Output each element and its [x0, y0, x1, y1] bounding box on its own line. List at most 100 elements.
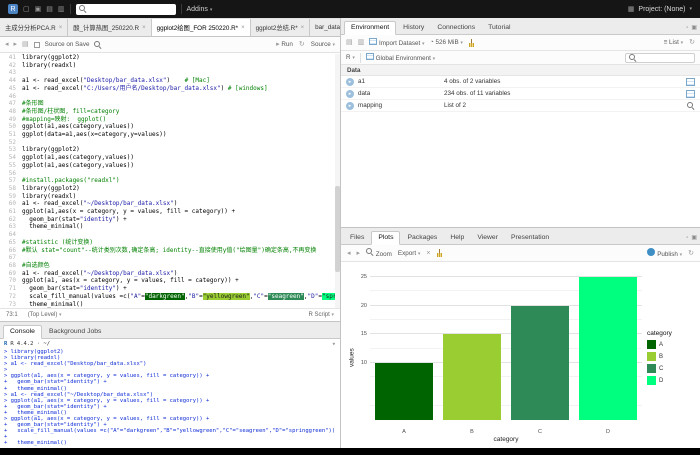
tab-console[interactable]: Console — [3, 325, 42, 339]
save-icon[interactable]: ▤ — [46, 6, 53, 13]
tab-label: ggplot2绘图_FOR 250220.R* — [157, 23, 239, 32]
inspect-icon[interactable] — [687, 102, 695, 110]
find-icon[interactable] — [94, 41, 102, 49]
new-file-icon[interactable]: ▢ — [23, 6, 30, 13]
line-number: 51 — [0, 131, 22, 139]
tab-help[interactable]: Help — [444, 232, 470, 244]
view-table-icon[interactable] — [686, 90, 695, 98]
editor-tab[interactable]: 主成分分析PCA.R× — [0, 19, 68, 36]
load-workspace-icon[interactable]: ▤ — [346, 39, 353, 46]
source-button[interactable]: Source ▾ — [311, 41, 335, 48]
back-icon[interactable]: ◂ — [5, 41, 9, 48]
scope-indicator[interactable]: (Top Level) ▾ — [28, 312, 62, 318]
chevron-down-icon: ▾ — [418, 251, 421, 257]
tab-plots[interactable]: Plots — [371, 231, 400, 245]
editor-tab-active[interactable]: ggplot2绘图_FOR 250220.R*× — [152, 19, 251, 36]
legend-entries: ABCD — [647, 340, 696, 385]
source-editor-pane: 主成分分析PCA.R× 酸_计算热图_250220.R× ggplot2绘图_F… — [0, 18, 340, 321]
editor-scrollbar[interactable] — [335, 54, 340, 308]
open-file-icon[interactable]: ▣ — [35, 6, 42, 13]
code-text: ggplot(a1,aes(x = category, y = values, … — [22, 208, 235, 216]
environment-section-header: Data — [341, 65, 700, 76]
console-body[interactable]: RR 4.4.2 · ~/ ▾ > library(ggplot2)> libr… — [0, 339, 340, 448]
scrollbar-thumb[interactable] — [335, 186, 340, 272]
tab-connections[interactable]: Connections — [431, 22, 481, 34]
close-icon[interactable]: × — [301, 25, 305, 31]
rerun-icon[interactable]: ↻ — [299, 41, 305, 48]
clear-objects-icon[interactable] — [468, 39, 475, 47]
code-line: 51ggplot(data=a1,aes(x=category,y=values… — [0, 131, 340, 139]
code-text: ggplot(a1,aes(category,values)) — [22, 162, 134, 170]
save-workspace-icon[interactable]: ▥ — [358, 39, 365, 46]
project-menu[interactable]: Project: (None) — [638, 6, 685, 13]
forward-icon[interactable]: ▸ — [14, 41, 18, 48]
source-on-save-checkbox[interactable] — [34, 42, 40, 48]
plot-column: 10152025 ABCD category — [357, 270, 642, 445]
code-line: 49#mapping=映射: ggplot() — [0, 116, 340, 124]
tab-history[interactable]: History — [397, 22, 430, 34]
tab-files[interactable]: Files — [344, 232, 370, 244]
maximize-icon[interactable]: ▣ — [691, 24, 697, 31]
refresh-icon[interactable]: ↻ — [688, 250, 694, 257]
tab-viewer[interactable]: Viewer — [471, 232, 504, 244]
editor-tab[interactable]: ggplot2总结.R*× — [251, 19, 311, 36]
next-plot-icon[interactable]: ▸ — [357, 250, 361, 257]
tab-label: 酸_计算热图_250220.R — [73, 23, 139, 32]
environment-row[interactable]: ▸a14 obs. of 2 variables — [341, 76, 700, 88]
code-line: 43 — [0, 69, 340, 77]
zoom-icon — [366, 248, 374, 256]
environment-row[interactable]: ▸data234 obs. of 11 variables — [341, 88, 700, 100]
object-summary: List of 2 — [444, 102, 683, 109]
export-button[interactable]: Export ▾ — [398, 250, 420, 257]
tab-environment[interactable]: Environment — [344, 21, 396, 35]
save-icon[interactable]: ▤ — [22, 41, 29, 48]
minimize-icon[interactable]: ▫ — [686, 25, 688, 31]
memory-usage[interactable]: ◔ 526 MiB ▾ — [430, 39, 463, 46]
addins-menu[interactable]: Addins ▾ — [187, 6, 213, 13]
tab-packages[interactable]: Packages — [401, 232, 443, 244]
publish-button[interactable]: Publish ▾ — [647, 248, 682, 258]
code-text: #自选颜色 — [22, 262, 50, 270]
file-type-menu[interactable]: R Script ▾ — [308, 312, 334, 318]
line-number: 60 — [0, 200, 22, 208]
expand-icon[interactable]: ▸ — [346, 78, 354, 86]
tab-presentation[interactable]: Presentation — [505, 232, 555, 244]
print-icon[interactable]: ▥ — [58, 6, 65, 13]
previous-plot-icon[interactable]: ◂ — [347, 250, 351, 257]
close-icon[interactable]: × — [241, 25, 245, 31]
bar-B — [443, 334, 501, 420]
code-line: 50ggplot(a1,aes(category,values)) — [0, 123, 340, 131]
zoom-button[interactable]: Zoom — [366, 248, 392, 258]
run-button[interactable]: ▸ Run — [276, 41, 293, 48]
editor-tab[interactable]: 酸_计算热图_250220.R× — [68, 19, 151, 36]
expand-icon[interactable]: ▸ — [346, 102, 354, 110]
refresh-icon[interactable]: ↻ — [689, 39, 695, 46]
code-line: 54ggplot(a1,aes(category,values)) — [0, 154, 340, 162]
editor-tab[interactable]: bar_data× — [310, 19, 340, 36]
environment-search-input[interactable] — [625, 53, 695, 63]
close-icon[interactable]: × — [59, 25, 63, 31]
remove-plot-icon[interactable]: × — [426, 250, 430, 257]
clear-all-plots-icon[interactable] — [436, 249, 443, 257]
legend-item: A — [647, 340, 696, 349]
y-tick-label: 10 — [361, 360, 367, 366]
r-version-path: R 4.4.2 · ~/ — [10, 341, 50, 347]
list-view-menu[interactable]: ≡ List ▾ — [664, 39, 684, 46]
code-lines[interactable]: 41library(ggplot2)42library(readxl)4344a… — [0, 53, 340, 308]
environment-scope-menu[interactable]: Global Environment ▾ — [366, 53, 435, 62]
tab-tutorial[interactable]: Tutorial — [482, 22, 516, 34]
language-selector[interactable]: R ▾ — [346, 54, 355, 61]
tab-background-jobs[interactable]: Background Jobs — [43, 326, 108, 338]
line-number: 70 — [0, 277, 22, 285]
view-table-icon[interactable] — [686, 78, 695, 86]
environment-row[interactable]: ▸mappingList of 2 — [341, 100, 700, 112]
minimize-icon[interactable]: ▫ — [686, 235, 688, 241]
maximize-icon[interactable]: ▣ — [691, 234, 697, 241]
go-to-file-search[interactable] — [76, 4, 176, 15]
y-tick-label: 25 — [361, 274, 367, 280]
close-icon[interactable]: × — [142, 25, 146, 31]
import-dataset-button[interactable]: Import Dataset ▾ — [369, 38, 424, 47]
expand-icon[interactable]: ▸ — [346, 90, 354, 98]
console-options-icon[interactable]: ▾ — [332, 341, 336, 348]
line-number: 50 — [0, 123, 22, 131]
